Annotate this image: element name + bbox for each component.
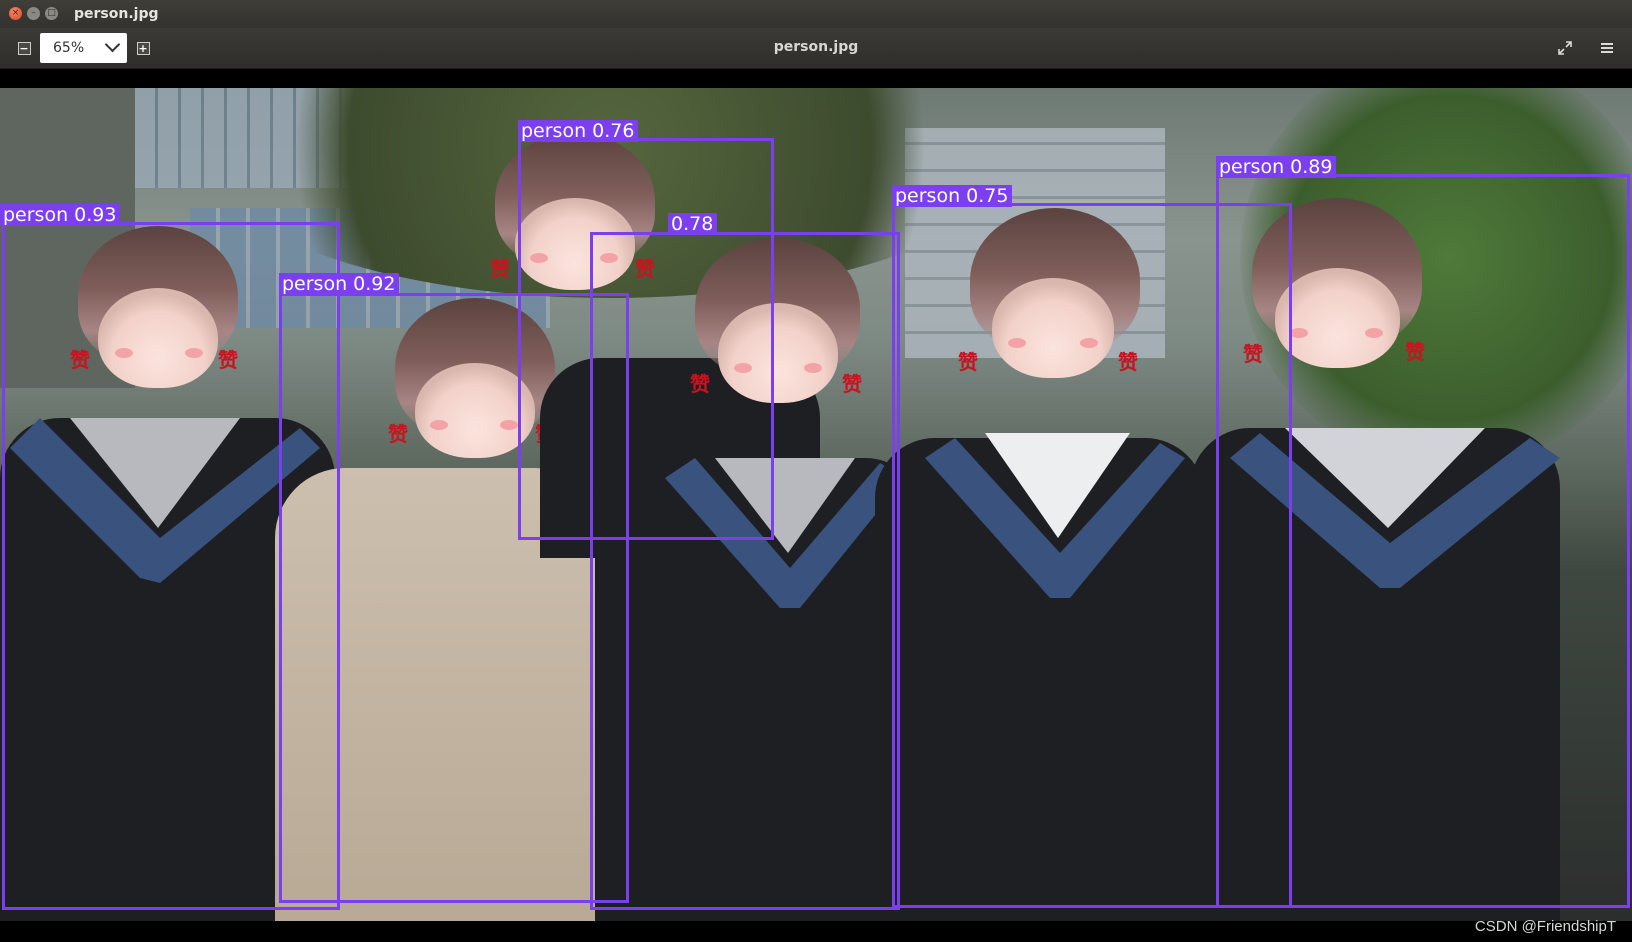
detection-label: person 0.76 [518,120,639,142]
detection-label: 0.78 [668,213,718,235]
detection-label: person 0.93 [0,204,121,226]
fullscreen-button[interactable] [1550,33,1580,63]
detection-box [590,232,900,910]
window-title: person.jpg [74,6,159,22]
maximize-icon[interactable]: □ [45,7,58,20]
document-title: person.jpg [773,39,859,55]
detection-image: 赞 赞 赞 赞 赞 赞 赞 赞 赞 赞 赞 person 0.93 person… [0,88,1632,921]
watermark: CSDN @FriendshipT [1474,918,1616,935]
titlebar: × – □ person.jpg [0,0,1632,28]
minimize-icon[interactable]: – [27,7,40,20]
detection-label: person 0.75 [892,185,1013,207]
close-icon[interactable]: × [9,7,22,20]
hamburger-menu-icon [1601,43,1613,53]
toolbar: − 65% + person.jpg [0,28,1632,69]
detection-label: person 0.92 [279,273,400,295]
zan-text: 赞 [490,257,510,281]
menu-button[interactable] [1592,33,1622,63]
detection-label: person 0.89 [1216,156,1337,178]
detection-box [1216,174,1630,908]
fullscreen-icon [1558,41,1572,55]
